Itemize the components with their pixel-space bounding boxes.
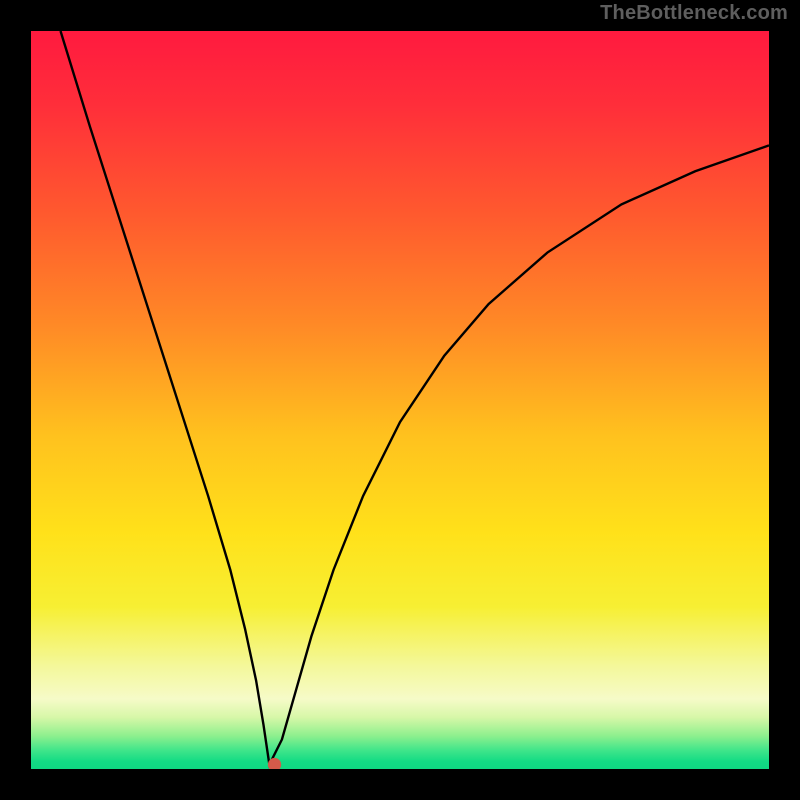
- gradient-background: [31, 31, 769, 769]
- plot-svg: [31, 31, 769, 769]
- chart-frame: TheBottleneck.com: [0, 0, 800, 800]
- plot-area: [31, 31, 769, 769]
- attribution-text: TheBottleneck.com: [600, 2, 788, 25]
